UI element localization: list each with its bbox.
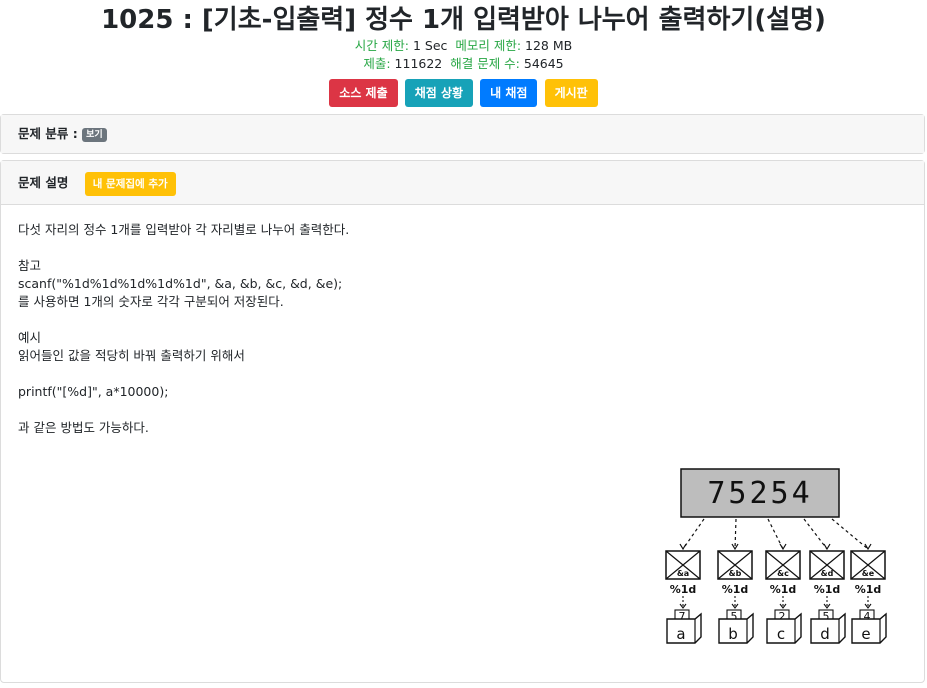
submissions-value: 111622 xyxy=(394,56,443,71)
category-card: 문제 분류 : 보기 xyxy=(0,114,925,154)
board-button[interactable]: 게시판 xyxy=(544,79,598,107)
format-label: %1d xyxy=(722,583,749,596)
description-line: 읽어들인 값을 적당히 바꿔 출력하기 위해서 xyxy=(18,348,245,363)
add-to-my-set-button[interactable]: 내 문제집에 추가 xyxy=(84,171,176,196)
description-line: 과 같은 방법도 가능하다. xyxy=(18,420,149,435)
variable-label: &d xyxy=(821,569,834,578)
description-line: printf("[%d]", a*10000); xyxy=(18,384,169,399)
arrow-line xyxy=(831,518,869,550)
description-body: 다섯 자리의 정수 1개를 입력받아 각 자리별로 나누어 출력한다. 참고 s… xyxy=(1,205,924,437)
submissions-label: 제출: xyxy=(363,56,391,71)
solved-label: 해결 문제 수: xyxy=(450,56,520,71)
memory-limit-label: 메모리 제한: xyxy=(455,38,522,53)
description-line: 예시 xyxy=(18,330,42,345)
judge-status-button[interactable]: 채점 상황 xyxy=(404,79,474,107)
arrow-head xyxy=(864,543,872,551)
time-limit-label: 시간 제한: xyxy=(354,38,409,53)
format-label: %1d xyxy=(814,583,841,596)
category-show-badge[interactable]: 보기 xyxy=(82,127,107,142)
variable-label: &b xyxy=(729,569,742,578)
stats-line: 제출: 111622 해결 문제 수: 54645 xyxy=(0,55,927,73)
box-label: d xyxy=(820,625,830,643)
description-line: 를 사용하면 1개의 숫자로 각각 구분되어 저장된다. xyxy=(18,294,284,309)
solved-value: 54645 xyxy=(523,56,564,71)
box-label: b xyxy=(728,625,738,643)
description-card: 문제 설명 내 문제집에 추가 다섯 자리의 정수 1개를 입력받아 각 자리별… xyxy=(0,160,925,683)
category-label: 문제 분류 : xyxy=(18,126,78,141)
description-line: scanf("%1d%1d%1d%1d%1d", &a, &b, &c, &d,… xyxy=(18,276,343,291)
my-status-button[interactable]: 내 채점 xyxy=(480,79,538,107)
scanf-illustration: 75254 &a%1d7a&b%1d5b&c%1d2c&d%1d5d&e%1d4… xyxy=(665,468,887,644)
description-heading: 문제 설명 xyxy=(18,175,69,190)
arrow-head xyxy=(679,543,687,551)
arrow-head xyxy=(779,543,787,551)
illustration-columns: &a%1d7a&b%1d5b&c%1d2c&d%1d5d&e%1d4e xyxy=(665,518,887,644)
arrow-line xyxy=(803,518,828,550)
format-label: %1d xyxy=(670,583,697,596)
action-buttons: 소스 제출 채점 상황 내 채점 게시판 xyxy=(0,79,927,109)
description-line: 참고 xyxy=(18,258,42,273)
arrow-line xyxy=(734,518,737,550)
box-label: e xyxy=(861,625,870,643)
limits-line: 시간 제한: 1 Sec 메모리 제한: 128 MB xyxy=(0,37,927,55)
description-header: 문제 설명 내 문제집에 추가 xyxy=(1,161,924,205)
page-title: 1025 : [기초-입출력] 정수 1개 입력받아 나누어 출력하기(설명) xyxy=(101,5,826,35)
arrow-head xyxy=(823,543,831,551)
time-limit-value: 1 Sec xyxy=(412,38,448,53)
variable-label: &a xyxy=(677,569,689,578)
format-label: %1d xyxy=(770,583,797,596)
submit-source-button[interactable]: 소스 제출 xyxy=(329,79,398,107)
box-label: a xyxy=(676,625,685,643)
description-line: 다섯 자리의 정수 1개를 입력받아 각 자리별로 나누어 출력한다. xyxy=(18,222,350,237)
number-text: 75254 xyxy=(707,476,812,511)
variable-label: &e xyxy=(862,569,875,578)
category-header: 문제 분류 : 보기 xyxy=(1,115,924,153)
variable-label: &c xyxy=(777,569,789,578)
format-label: %1d xyxy=(855,583,882,596)
memory-limit-value: 128 MB xyxy=(525,38,573,53)
box-label: c xyxy=(777,625,785,643)
